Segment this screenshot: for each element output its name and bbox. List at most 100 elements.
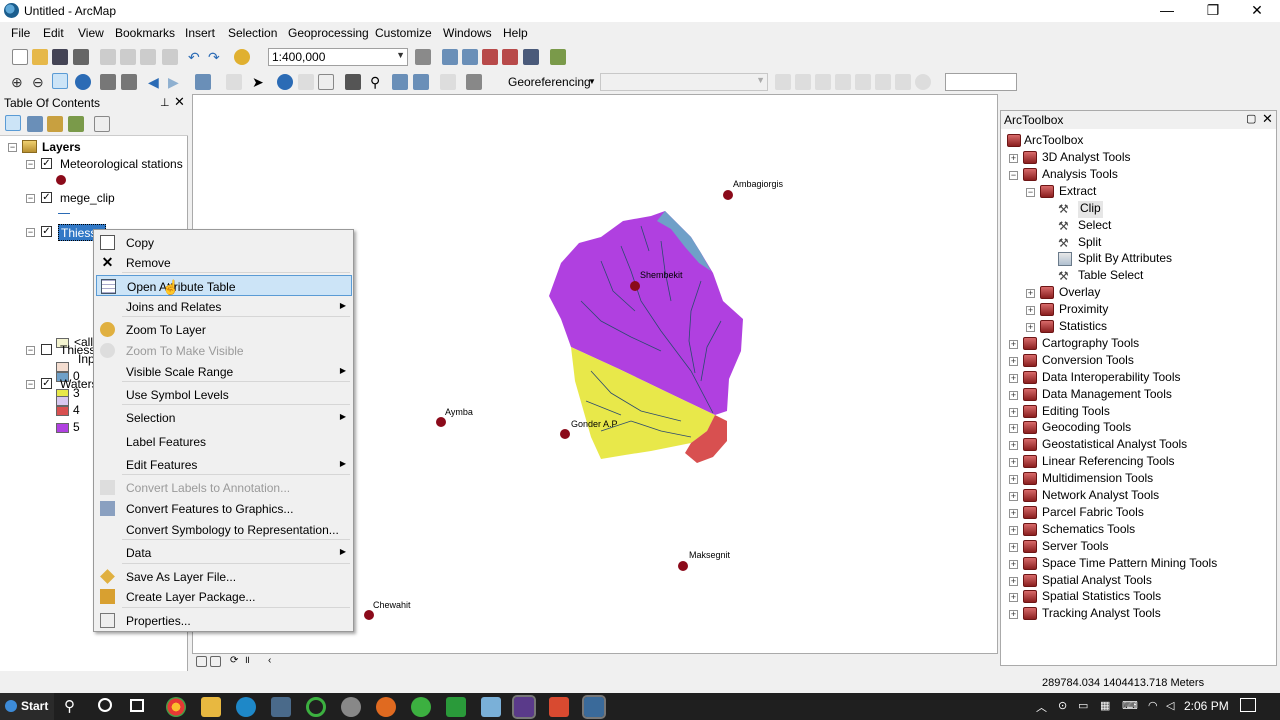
chrome-app-icon[interactable] <box>166 697 186 717</box>
layer-meteorological-stations[interactable]: Meteorological stations <box>60 157 183 174</box>
menu-item-data[interactable]: Data ▶ <box>96 542 352 563</box>
menu-item-zoom-to-layer[interactable]: Zoom To Layer <box>96 319 352 340</box>
layer-visibility-checkbox[interactable] <box>41 344 52 355</box>
collapse-icon[interactable]: − <box>1026 187 1035 197</box>
battery-icon[interactable]: ▭ <box>1078 699 1088 712</box>
pause-drawing-icon[interactable]: ॥ <box>244 655 260 671</box>
layer-watershed[interactable]: Waters <box>60 377 98 394</box>
layer-visibility-checkbox[interactable]: ✓ <box>41 378 52 389</box>
recorder-app-icon[interactable] <box>549 697 569 717</box>
menu-item-copy[interactable]: Copy <box>96 232 352 253</box>
list-by-drawing-order-icon[interactable] <box>5 115 21 131</box>
menu-view[interactable]: View <box>78 26 104 40</box>
search-icon[interactable]: ⚲ <box>64 697 75 715</box>
collapse-icon[interactable]: − <box>1009 170 1018 180</box>
close-button[interactable]: ✕ <box>1234 0 1280 22</box>
map-scale-select[interactable]: 1:400,000 ▼ <box>268 48 408 66</box>
layer-visibility-checkbox[interactable]: ✓ <box>41 226 52 237</box>
wifi-icon[interactable]: ◠ <box>1148 699 1158 712</box>
toolbox-item-server-tools[interactable]: Server Tools <box>1042 539 1108 556</box>
fixed-zoom-out-icon[interactable] <box>121 74 137 90</box>
expand-icon[interactable]: + <box>1009 525 1018 535</box>
toolbox-item-select[interactable]: Select <box>1078 218 1111 235</box>
firefox-app-icon[interactable] <box>376 697 396 717</box>
menu-item-convert-features-to-graphics[interactable]: Convert Features to Graphics... <box>96 498 352 519</box>
maximize-icon[interactable]: ▢ <box>1246 112 1256 125</box>
show-hidden-icons-icon[interactable]: ︿ <box>1036 699 1047 715</box>
sync-app-icon[interactable] <box>306 697 326 717</box>
collapse-icon[interactable]: − <box>26 194 35 203</box>
collapse-icon[interactable]: − <box>26 160 35 169</box>
go-to-xy-icon[interactable] <box>413 74 429 90</box>
toolbox-item-overlay[interactable]: Overlay <box>1059 285 1100 302</box>
menu-insert[interactable]: Insert <box>185 26 215 40</box>
find-icon[interactable]: ⚲ <box>370 74 386 90</box>
toolbox-item-geocoding-tools[interactable]: Geocoding Tools <box>1042 420 1131 437</box>
layer-visibility-checkbox[interactable]: ✓ <box>41 192 52 203</box>
expand-icon[interactable]: + <box>1009 407 1018 417</box>
layer-visibility-checkbox[interactable]: ✓ <box>41 158 52 169</box>
cortana-icon[interactable] <box>98 698 112 712</box>
zoom-out-icon[interactable]: ⊖ <box>32 74 48 90</box>
menu-item-open-attribute-table[interactable]: Open Attribute Table <box>96 275 352 296</box>
pin-icon[interactable]: ⊥ <box>160 96 170 109</box>
collapse-icon[interactable]: − <box>26 380 35 389</box>
html-popup-icon[interactable] <box>318 74 334 90</box>
copy-icon[interactable] <box>120 49 136 65</box>
volume-icon[interactable]: ◁ <box>1166 699 1174 712</box>
menu-file[interactable]: File <box>11 26 30 40</box>
collapse-icon[interactable]: − <box>8 143 17 152</box>
expand-icon[interactable]: + <box>1009 458 1018 468</box>
expand-icon[interactable]: + <box>1026 289 1035 299</box>
toolbox-item-geostatistical-analyst-tools[interactable]: Geostatistical Analyst Tools <box>1042 437 1187 454</box>
list-by-selection-icon[interactable] <box>68 116 84 132</box>
hyperlink-icon[interactable] <box>298 74 314 90</box>
list-by-visibility-icon[interactable] <box>47 116 63 132</box>
task-view-icon[interactable] <box>130 699 144 712</box>
expand-icon[interactable]: + <box>1009 542 1018 552</box>
expand-icon[interactable]: + <box>1009 356 1018 366</box>
layers-root-label[interactable]: Layers <box>42 140 81 157</box>
toolbox-item-analysis-tools[interactable]: Analysis Tools <box>1042 167 1118 184</box>
expand-icon[interactable]: + <box>1026 306 1035 316</box>
select-features-icon[interactable] <box>195 74 211 90</box>
settings-app-icon[interactable] <box>341 697 361 717</box>
pan-icon[interactable] <box>52 73 68 89</box>
toolbox-item-spatial-statistics-tools[interactable]: Spatial Statistics Tools <box>1042 589 1161 606</box>
toolbox-item-spatial-analyst-tools[interactable]: Spatial Analyst Tools <box>1042 573 1152 590</box>
network-icon[interactable]: ▦ <box>1100 699 1110 712</box>
menu-item-joins-and-relates[interactable]: Joins and Relates ▶ <box>96 296 352 317</box>
menu-item-convert-symbology-to-representation[interactable]: Convert Symbology to Representation... <box>96 519 352 540</box>
paste-icon[interactable] <box>140 49 156 65</box>
menu-item-use-symbol-levels[interactable]: Use Symbol Levels <box>96 384 352 405</box>
toolbox-item-proximity[interactable]: Proximity <box>1059 302 1108 319</box>
toolbox-item-editing-tools[interactable]: Editing Tools <box>1042 404 1110 421</box>
expand-icon[interactable]: + <box>1009 559 1018 569</box>
expand-icon[interactable]: + <box>1009 610 1018 620</box>
forward-extent-icon[interactable]: ▶ <box>168 74 184 90</box>
toolbox-item-network-analyst-tools[interactable]: Network Analyst Tools <box>1042 488 1159 505</box>
clear-selection-icon[interactable] <box>226 74 242 90</box>
utorrent-app-icon[interactable] <box>411 697 431 717</box>
expand-icon[interactable]: + <box>1009 373 1018 383</box>
menu-item-properties[interactable]: Properties... <box>96 610 352 631</box>
close-icon[interactable]: ✕ <box>1262 111 1273 127</box>
find-route-icon[interactable] <box>392 74 408 90</box>
menu-help[interactable]: Help <box>503 26 528 40</box>
toolbox-item-cartography-tools[interactable]: Cartography Tools <box>1042 336 1139 353</box>
map-horizontal-scrollbar[interactable]: ⟳ ॥ ‹ <box>192 654 998 670</box>
python-window-icon[interactable] <box>523 49 539 65</box>
table-of-contents-icon[interactable] <box>442 49 458 65</box>
georeferencing-layer-select[interactable]: ▼ <box>600 73 768 91</box>
expand-icon[interactable]: + <box>1026 323 1035 332</box>
arctoolbox-icon[interactable] <box>502 49 518 65</box>
add-data-icon[interactable] <box>234 49 250 65</box>
camtasia-app-icon[interactable] <box>446 697 466 717</box>
toolbox-item-schematics-tools[interactable]: Schematics Tools <box>1042 522 1135 539</box>
menu-item-selection[interactable]: Selection ▶ <box>96 407 352 428</box>
cut-icon[interactable] <box>100 49 116 65</box>
toolbox-item-extract[interactable]: Extract <box>1059 184 1096 201</box>
options-icon[interactable] <box>94 116 110 132</box>
menu-windows[interactable]: Windows <box>443 26 492 40</box>
scroll-left-icon[interactable]: ‹ <box>268 655 284 671</box>
